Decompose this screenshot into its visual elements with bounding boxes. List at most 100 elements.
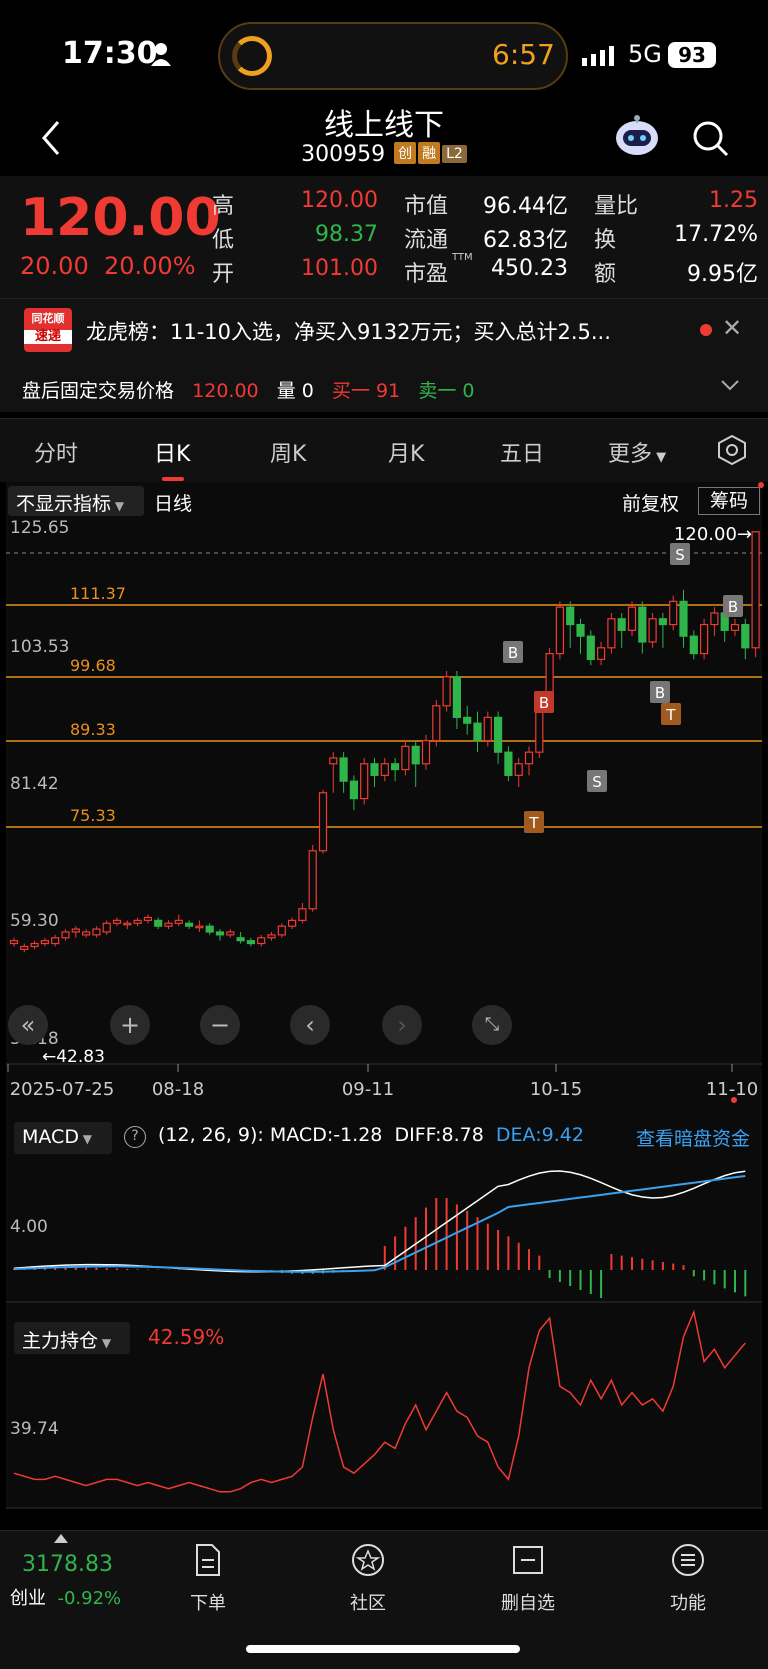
stock-code: 300959 — [301, 142, 386, 167]
macd-select[interactable]: MACD ▼ — [14, 1122, 112, 1154]
candle-up — [596, 647, 606, 660]
active-tab-indicator — [162, 477, 184, 481]
close-icon[interactable]: ✕ — [722, 314, 742, 342]
network-type: 5G — [628, 40, 662, 68]
candle-up — [226, 931, 235, 936]
fuquan-toggle[interactable]: 前复权 — [622, 489, 679, 516]
high-label: 高 — [212, 194, 235, 219]
nav-functions[interactable]: 功能 — [638, 1536, 738, 1615]
candle-down — [349, 780, 358, 800]
nav-order[interactable]: 下单 — [158, 1536, 258, 1615]
high-value: 120.00 — [301, 188, 378, 213]
indicator-select[interactable]: 不显示指标 ▼ — [8, 486, 144, 516]
nav-community-label: 社区 — [350, 1593, 386, 1614]
order-doc-icon — [196, 1544, 220, 1576]
candle-down — [391, 763, 400, 771]
candle-down — [576, 623, 585, 637]
float-value: 62.83亿 — [483, 228, 568, 253]
diff-value: DIFF:8.78 — [394, 1124, 484, 1146]
robot-assistant-icon[interactable] — [612, 114, 662, 158]
candle-down — [154, 919, 163, 927]
date-marker-dot — [731, 1097, 737, 1103]
nav-remove-label: 删自选 — [501, 1593, 555, 1614]
kline-chart[interactable]: 125.65103.5381.4259.3037.18111.3799.6889… — [0, 482, 768, 1512]
macd-select-label: MACD — [22, 1126, 79, 1148]
nav-remove-watchlist[interactable]: 删自选 — [478, 1536, 578, 1615]
tab-week-k[interactable]: 周K — [270, 436, 306, 468]
candle-up — [112, 919, 122, 924]
signal-icon — [582, 46, 614, 66]
pe-value: 450.23 — [491, 256, 568, 281]
holding-value: 42.59% — [148, 1325, 225, 1349]
low-label: 低 — [212, 228, 235, 253]
nav-community[interactable]: 社区 — [318, 1536, 418, 1615]
zoom-in-icon[interactable]: + — [110, 1005, 150, 1045]
level-label: 75.33 — [70, 806, 116, 825]
help-icon[interactable]: ? — [124, 1126, 146, 1148]
index-value[interactable]: 3178.83 — [22, 1552, 113, 1577]
candle-down — [205, 925, 214, 933]
tab-day-k[interactable]: 日K — [154, 436, 190, 468]
scroll-left-fast-icon[interactable]: « — [8, 1005, 48, 1045]
dark-pool-link[interactable]: 查看暗盘资金 — [636, 1124, 750, 1151]
fullscreen-icon[interactable]: ⤡ — [472, 1005, 512, 1045]
tab-fenshi[interactable]: 分时 — [34, 436, 78, 468]
index-name: 创业 — [10, 1588, 46, 1609]
candle-up — [432, 705, 441, 742]
minus-box-icon — [513, 1546, 543, 1574]
candle-up — [524, 751, 534, 765]
chevron-down-icon[interactable] — [720, 378, 740, 392]
candle-up — [318, 792, 328, 852]
candle-down — [463, 716, 472, 724]
trade-marker-label: B — [655, 684, 665, 702]
candle-down — [370, 763, 379, 776]
tab-month-k[interactable]: 月K — [388, 436, 424, 468]
search-icon[interactable] — [690, 118, 730, 158]
zoom-out-icon[interactable]: − — [200, 1005, 240, 1045]
trade-marker-label: B — [728, 598, 738, 616]
candle-up — [195, 925, 204, 929]
open-label: 开 — [212, 262, 235, 287]
person-icon — [151, 43, 171, 66]
menu-circle-icon — [672, 1544, 704, 1576]
after-hours-buy1: 买一 91 — [332, 380, 401, 402]
candle-up — [30, 942, 39, 948]
home-indicator[interactable] — [246, 1645, 520, 1653]
candle-up — [143, 916, 152, 921]
low-price-label: ←42.83 — [42, 1047, 105, 1067]
candle-down — [473, 722, 482, 742]
dea-line — [13, 1174, 746, 1273]
candle-down — [679, 600, 688, 637]
candle-down — [339, 757, 348, 782]
tab-more[interactable]: 更多 ▼ — [608, 436, 666, 468]
scroll-left-icon[interactable]: ‹ — [290, 1005, 330, 1045]
tab-five-day[interactable]: 五日 — [500, 436, 544, 468]
trade-marker-label: S — [592, 773, 602, 791]
y-tick-label: 103.53 — [10, 637, 69, 657]
holding-select[interactable]: 主力持仓 ▼ — [14, 1322, 130, 1354]
index-info[interactable]: 创业 -0.92% — [10, 1584, 121, 1610]
candle-down — [638, 606, 647, 643]
timer-ring-icon — [232, 36, 272, 76]
tonghuashun-logo: 同花顺 速递 — [24, 308, 72, 352]
candle-up — [710, 612, 719, 626]
settings-hex-icon[interactable] — [716, 434, 748, 466]
candle-up — [298, 908, 307, 921]
caret-down-icon: ▼ — [652, 450, 667, 465]
index-change: -0.92% — [57, 1588, 122, 1609]
chouma-button[interactable]: 筹码 — [698, 487, 760, 515]
period-label: 日线 — [154, 493, 193, 515]
scroll-right-icon[interactable]: › — [382, 1005, 422, 1045]
chouma-dot — [758, 482, 764, 488]
tab-more-label: 更多 — [608, 442, 653, 467]
open-value: 101.00 — [301, 256, 378, 281]
candle-down — [236, 937, 245, 942]
expand-up-icon[interactable] — [54, 1534, 68, 1543]
news-headline[interactable]: 龙虎榜：11-10入选，净买入9132万元；买入总计2.5... — [86, 316, 686, 346]
candle-up — [483, 716, 492, 742]
candle-up — [92, 928, 101, 936]
mcap-value: 96.44亿 — [483, 194, 568, 219]
pe-label: 市盈 — [404, 262, 449, 287]
candle-up — [329, 757, 338, 765]
nav-functions-label: 功能 — [670, 1593, 706, 1614]
